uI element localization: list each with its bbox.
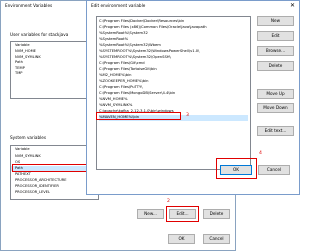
highlight-maven-entry	[96, 112, 181, 120]
list-item[interactable]: %SystemRoot%\System32\Wbem	[99, 43, 248, 49]
table-row[interactable]: PATHEXT	[11, 172, 98, 177]
list-item[interactable]: %M2_HOME%\bin	[99, 73, 248, 79]
table-row[interactable]: Variable	[11, 147, 98, 152]
list-item[interactable]: C:\Program Files\TortoiseGit\bin	[99, 67, 248, 73]
user-var-name: TMP	[15, 71, 23, 75]
marker-4: 4	[259, 151, 262, 156]
edit-cancel-button[interactable]: Cancel	[258, 165, 290, 175]
list-item[interactable]: %SYSTEMROOT%\System32\WindowsPowerShell\…	[99, 49, 248, 55]
table-row[interactable]: Variable	[11, 43, 98, 48]
edit-dialog-titlebar: Edit environment variable ✕	[87, 1, 299, 11]
system-var-name: PROCESSOR_ARCHITECTURE	[15, 178, 67, 182]
list-item[interactable]: %NVM_SYMLINK%	[99, 103, 248, 109]
list-item[interactable]: C:\Program Files (x86)\Common Files\Orac…	[99, 25, 248, 31]
system-var-name: PROCESSOR_LEVEL	[15, 190, 50, 194]
list-item[interactable]: C:\Program Files\Docker\Docker\Resources…	[99, 19, 248, 25]
move-down-button[interactable]: Move Down	[257, 103, 294, 113]
highlight-edit-button	[166, 206, 199, 222]
system-variables-label: System variables	[10, 135, 47, 140]
marker-3: 3	[186, 113, 189, 118]
list-item[interactable]: %ZOOKEEPER_HOME%\bin	[99, 79, 248, 85]
table-row[interactable]: TMP	[11, 71, 98, 76]
system-var-name: NVM_SYMLINK	[15, 154, 41, 158]
list-item[interactable]: C:\Program Files\Git\cmd	[99, 61, 248, 67]
env-dialog-title: Environment Variables	[5, 3, 53, 8]
list-item[interactable]: %NVM_HOME%	[99, 97, 248, 103]
delete-path-button[interactable]: Delete	[257, 61, 294, 71]
user-var-name: Variable	[15, 43, 30, 47]
list-item[interactable]: %SystemRoot%	[99, 37, 248, 43]
list-item[interactable]: %SYSTEMROOT%\System32\OpenSSH\	[99, 55, 248, 61]
close-icon[interactable]: ✕	[290, 1, 295, 11]
highlight-ok-button	[216, 158, 257, 179]
system-new-button[interactable]: New...	[137, 209, 164, 219]
table-row[interactable]: PROCESSOR_ARCHITECTURE	[11, 178, 98, 183]
system-delete-button[interactable]: Delete	[203, 209, 230, 219]
browse-button[interactable]: Browse...	[257, 46, 294, 56]
edit-environment-variable-dialog: Edit environment variable ✕ C:\Program F…	[86, 0, 300, 195]
edit-dialog-title: Edit environment variable	[91, 3, 146, 8]
user-variables-label: User variables for stackjava	[10, 32, 69, 37]
move-up-button[interactable]: Move Up	[257, 89, 294, 99]
system-var-name: PATHEXT	[15, 172, 31, 176]
system-var-name: PROCESSOR_IDENTIFIER	[15, 184, 59, 188]
env-cancel-button[interactable]: Cancel	[203, 234, 230, 244]
edit-text-button[interactable]: Edit text...	[257, 126, 294, 136]
table-row[interactable]: NVM_SYMLINK	[11, 154, 98, 159]
env-ok-button[interactable]: OK	[168, 234, 195, 244]
path-entries-list[interactable]: C:\Program Files\Docker\Docker\Resources…	[96, 16, 251, 170]
list-item[interactable]: C:\Program Files\PuTTY\	[99, 85, 248, 91]
new-path-button[interactable]: New	[257, 16, 294, 26]
system-var-name: Variable	[15, 147, 30, 151]
list-item[interactable]: C:\Program Files\MongoDB\Server\4.4\bin	[99, 91, 248, 97]
edit-path-button[interactable]: Edit	[257, 31, 294, 41]
table-row[interactable]: PROCESSOR_LEVEL	[11, 190, 98, 195]
marker-2: 2	[167, 199, 170, 204]
table-row[interactable]: PROCESSOR_IDENTIFIER	[11, 184, 98, 189]
list-item[interactable]: %SystemRoot%\System32	[99, 31, 248, 37]
